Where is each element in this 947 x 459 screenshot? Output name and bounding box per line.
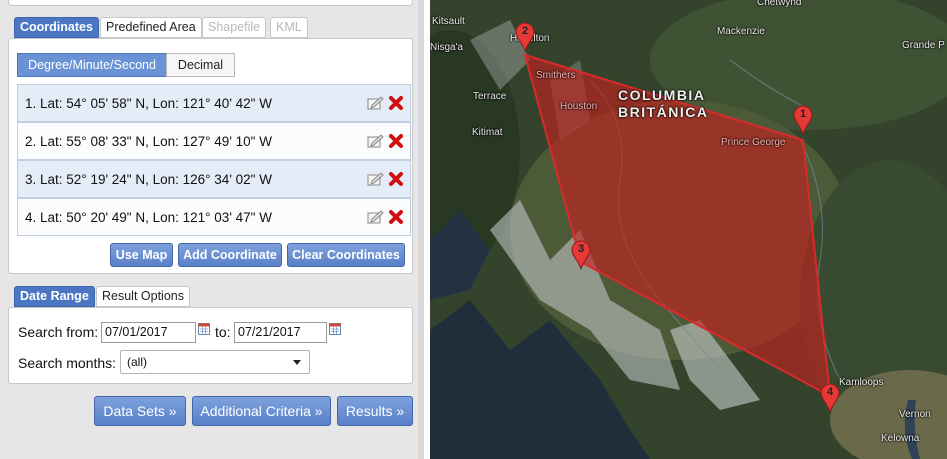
to-label: to: [215,324,231,340]
tab-coordinates[interactable]: Coordinates [14,17,99,38]
date-range-panel: Search from: 07/01/2017 to: 07/21/2017 S… [8,307,413,384]
coordinate-row-3[interactable]: 3. Lat: 52° 19' 24" N, Lon: 126° 34' 02"… [17,160,411,198]
map-place-label: Mackenzie [717,26,765,37]
additional-criteria-button[interactable]: Additional Criteria » [192,396,331,426]
map-place-label: Houston [560,101,598,112]
calendar-icon[interactable] [198,323,210,335]
delete-icon[interactable] [388,95,404,111]
map-marker-4[interactable]: 4 [820,383,840,413]
chevron-down-icon [293,360,301,365]
tab-shapefile: Shapefile [202,17,267,38]
edit-icon[interactable] [367,210,384,224]
marker-number: 4 [826,386,834,398]
top-panel-edge [8,0,413,6]
format-dms-button[interactable]: Degree/Minute/Second [17,53,167,77]
search-from-label: Search from: [18,324,99,340]
region-label-line2: BRITÁNICA [618,104,709,120]
format-decimal-button[interactable]: Decimal [166,53,235,77]
marker-number: 3 [577,243,585,255]
map-view[interactable]: Kitsault Nisga'a Hazelton Smithers Houst… [430,0,947,459]
add-coordinate-button[interactable]: Add Coordinate [178,243,282,267]
tab-kml: KML [270,17,308,38]
coordinate-row-4[interactable]: 4. Lat: 50° 20' 49" N, Lon: 121° 03' 47"… [17,198,411,236]
search-months-value: (all) [127,355,147,369]
search-to-input[interactable]: 07/21/2017 [234,322,327,343]
results-button[interactable]: Results » [337,396,413,426]
calendar-icon[interactable] [329,323,341,335]
coordinate-row-2[interactable]: 2. Lat: 55° 08' 33" N, Lon: 127° 49' 10"… [17,122,411,160]
region-label-line1: COLUMBIA [618,87,706,103]
marker-number: 2 [521,25,529,37]
satellite-terrain [430,0,947,459]
coordinates-panel: Degree/Minute/Second Decimal 1. Lat: 54°… [8,38,413,274]
search-criteria-panel: Coordinates Predefined Area Shapefile KM… [0,0,424,459]
delete-icon[interactable] [388,133,404,149]
tab-predefined-area[interactable]: Predefined Area [100,17,202,38]
edit-icon[interactable] [367,172,384,186]
search-from-input[interactable]: 07/01/2017 [101,322,196,343]
map-place-label: Grande P [902,40,945,51]
map-place-label: Vernon [899,409,931,420]
map-marker-2[interactable]: 2 [515,22,535,52]
map-marker-1[interactable]: 1 [793,105,813,135]
map-place-label: Kitsault [432,16,465,27]
map-place-label: Terrace [473,91,507,102]
tab-result-options[interactable]: Result Options [96,286,190,307]
delete-icon[interactable] [388,209,404,225]
marker-number: 1 [799,108,807,120]
map-place-label: Prince George [721,137,786,148]
coordinate-label: 3. Lat: 52° 19' 24" N, Lon: 126° 34' 02"… [25,172,272,187]
search-months-label: Search months: [18,355,117,371]
region-label: COLUMBIA BRITÁNICA [618,87,709,121]
tab-date-range[interactable]: Date Range [14,286,95,307]
clear-coordinates-button[interactable]: Clear Coordinates [287,243,405,267]
map-place-label: Smithers [536,70,576,81]
data-sets-button[interactable]: Data Sets » [94,396,186,426]
edit-icon[interactable] [367,134,384,148]
panel-scrollbar[interactable] [418,0,424,459]
coordinate-label: 1. Lat: 54° 05' 58" N, Lon: 121° 40' 42"… [25,96,272,111]
edit-icon[interactable] [367,96,384,110]
map-place-label: Chetwynd [757,0,802,8]
search-months-select[interactable]: (all) [120,350,310,374]
map-marker-3[interactable]: 3 [571,240,591,270]
coordinate-label: 4. Lat: 50° 20' 49" N, Lon: 121° 03' 47"… [25,210,272,225]
map-place-label: Kitimat [472,127,503,138]
use-map-button[interactable]: Use Map [110,243,173,267]
map-place-label: Kamloops [839,377,884,388]
coordinate-label: 2. Lat: 55° 08' 33" N, Lon: 127° 49' 10"… [25,134,272,149]
map-place-label: Nisga'a [430,42,464,53]
delete-icon[interactable] [388,171,404,187]
coordinate-row-1[interactable]: 1. Lat: 54° 05' 58" N, Lon: 121° 40' 42"… [17,84,411,122]
map-place-label: Kelowna [881,433,920,444]
